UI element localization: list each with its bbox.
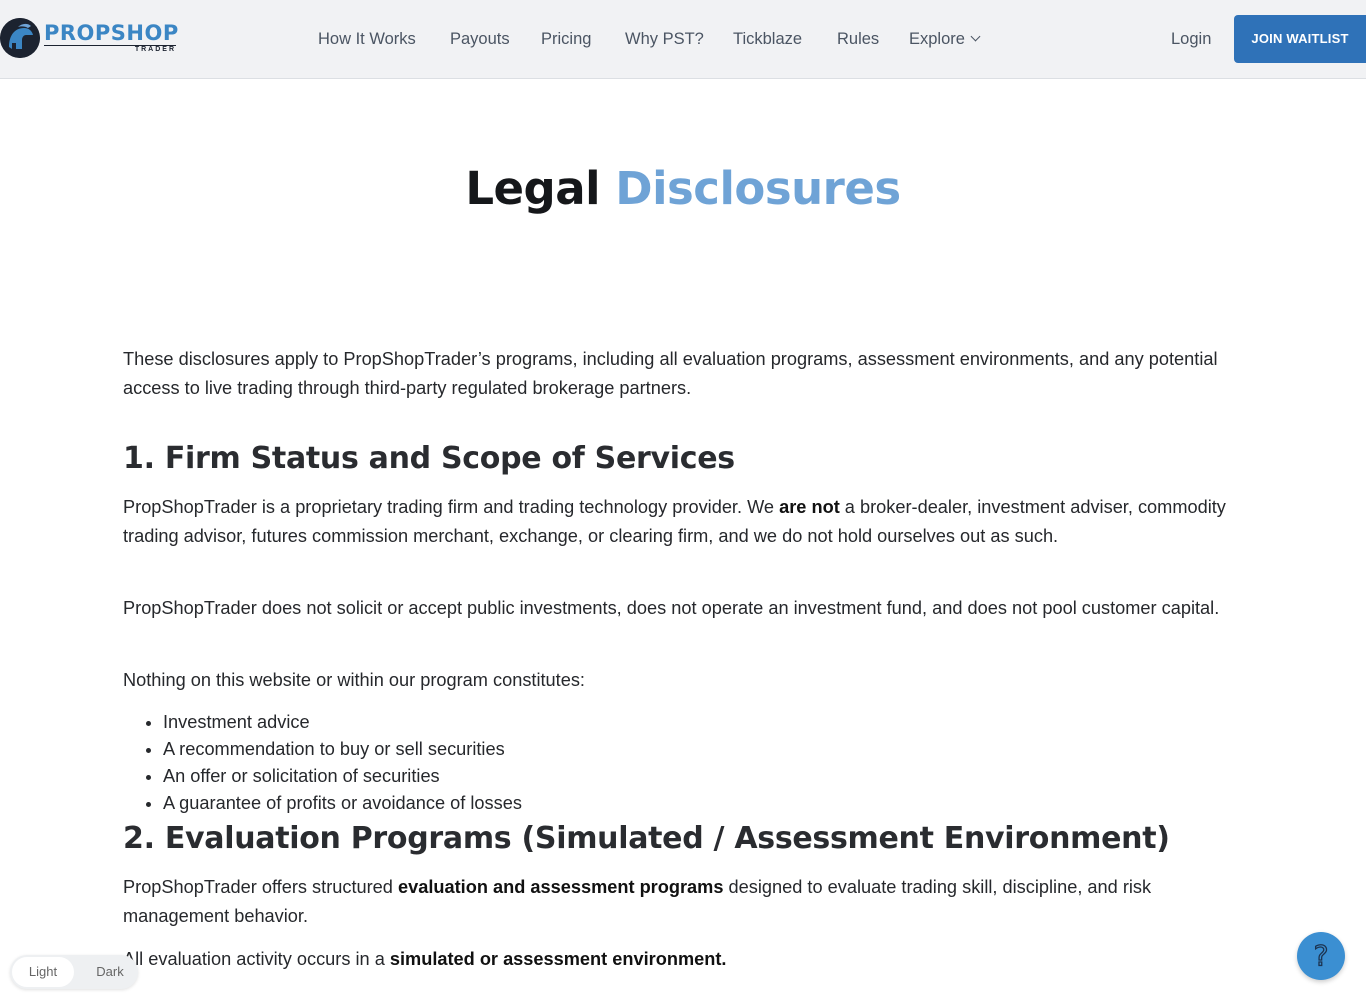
nav-explore-label: Explore xyxy=(909,30,965,48)
help-glyph: ? xyxy=(1314,939,1329,972)
constitutes-list: Investment advice A recommendation to bu… xyxy=(123,709,1283,817)
theme-light-option[interactable]: Light xyxy=(12,957,74,987)
list-item: An offer or solicitation of securities xyxy=(163,763,1283,790)
page-title-accent: Disclosures xyxy=(615,162,901,215)
section-2-paragraph-1: PropShopTrader offers structured evaluat… xyxy=(123,873,1243,931)
nav-rules[interactable]: Rules xyxy=(837,0,879,78)
theme-dark-option[interactable]: Dark xyxy=(82,955,138,989)
nav-how-it-works[interactable]: How It Works xyxy=(318,0,416,78)
list-item: A recommendation to buy or sell securiti… xyxy=(163,736,1283,763)
section-1-paragraph-2: PropShopTrader does not solicit or accep… xyxy=(123,598,1220,618)
list-item: A guarantee of profits or avoidance of l… xyxy=(163,790,1283,817)
page-title: Legal Disclosures xyxy=(0,162,1366,215)
emphasis-text: simulated or assessment environment. xyxy=(389,949,727,969)
chevron-down-icon xyxy=(970,31,981,42)
emphasis-text: are not xyxy=(779,497,840,517)
section-1-paragraph-3: Nothing on this website or within our pr… xyxy=(123,670,585,690)
nav-explore-dropdown[interactable]: Explore xyxy=(909,0,981,78)
page-title-main: Legal xyxy=(465,162,601,215)
join-waitlist-button[interactable]: JOIN WAITLIST xyxy=(1234,15,1366,63)
text-span: PropShopTrader offers structured xyxy=(123,877,398,897)
emphasis-text: evaluation and assessment programs xyxy=(397,877,724,897)
login-link[interactable]: Login xyxy=(1171,0,1211,78)
brand-subtitle: TRADER xyxy=(44,45,176,54)
text-span: PropShopTrader is a proprietary trading … xyxy=(123,497,780,517)
top-navigation-bar: PROPSHOP TRADER How It Works Payouts Pri… xyxy=(0,0,1366,79)
spartan-helmet-icon xyxy=(0,18,40,58)
section-2-paragraph-2: All evaluation activity occurs in a simu… xyxy=(123,945,1243,974)
theme-toggle[interactable]: Light Dark xyxy=(10,955,138,989)
text-span: All evaluation activity occurs in a xyxy=(123,949,390,969)
nav-why-pst[interactable]: Why PST? xyxy=(625,0,704,78)
help-button[interactable]: ? xyxy=(1297,932,1345,980)
nav-pricing[interactable]: Pricing xyxy=(541,0,591,78)
list-item: Investment advice xyxy=(163,709,1283,736)
nav-payouts[interactable]: Payouts xyxy=(450,0,510,78)
brand-name: PROPSHOP xyxy=(44,21,179,45)
question-mark-icon: ? xyxy=(1313,938,1329,972)
nav-tickblaze[interactable]: Tickblaze xyxy=(733,0,802,78)
section-2-heading: 2. Evaluation Programs (Simulated / Asse… xyxy=(123,821,1170,856)
intro-paragraph: These disclosures apply to PropShopTrade… xyxy=(123,349,1218,398)
section-1-heading: 1. Firm Status and Scope of Services xyxy=(123,441,735,476)
section-1-paragraph-1: PropShopTrader is a proprietary trading … xyxy=(123,493,1243,551)
